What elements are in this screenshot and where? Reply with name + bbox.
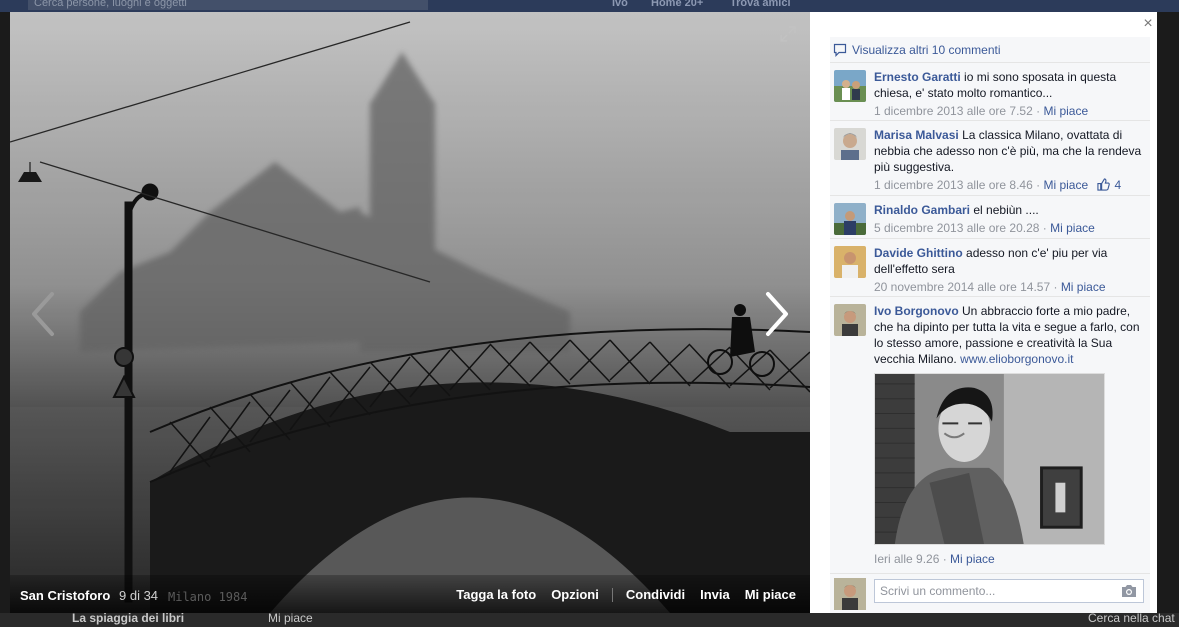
avatar[interactable]: [834, 578, 866, 610]
comment-body: Ernesto Garatti io mi sono sposata in qu…: [874, 69, 1144, 119]
comments-sidebar: × Visualizza altri 10 commenti Ernesto G…: [810, 12, 1157, 613]
comment-input[interactable]: [874, 579, 1144, 603]
background-nav-find-friends: Trova amici: [730, 0, 791, 9]
comment-meta: 5 dicembre 2013 alle ore 20.28 · Mi piac…: [874, 221, 1095, 235]
photo-watermark-text: Milano 1984: [168, 590, 248, 604]
avatar[interactable]: [834, 246, 866, 278]
comment-text: el nebiùn ....: [973, 203, 1039, 217]
album-title[interactable]: San Cristoforo: [20, 588, 110, 603]
avatar[interactable]: [834, 304, 866, 336]
comment-item: Ivo Borgonovo Un abbraccio forte a mio p…: [830, 296, 1150, 573]
close-icon[interactable]: ×: [1139, 15, 1157, 33]
speech-bubble-icon: [833, 43, 847, 57]
sidebar-scrollbar[interactable]: [1151, 37, 1157, 613]
comment-meta: 20 novembre 2014 alle ore 14.57 · Mi pia…: [874, 280, 1106, 294]
thumbs-up-icon[interactable]: [1097, 178, 1111, 191]
background-top-bar: Cerca persone, luoghi e oggetti Ivo Home…: [0, 0, 1179, 12]
like-button[interactable]: Mi piace: [745, 587, 796, 602]
view-more-comments-link[interactable]: Visualizza altri 10 commenti: [833, 41, 1001, 59]
comment-timestamp[interactable]: 1 dicembre 2013 alle ore 7.52: [874, 104, 1033, 118]
comment-timestamp[interactable]: 1 dicembre 2013 alle ore 8.46: [874, 178, 1033, 192]
comment-timestamp[interactable]: 5 dicembre 2013 alle ore 20.28: [874, 221, 1039, 235]
write-comment-area: [830, 573, 1150, 613]
comment-author[interactable]: Davide Ghittino: [874, 246, 963, 260]
comment-item: Davide Ghittino adesso non c'e' piu per …: [830, 238, 1150, 296]
comment-item: Rinaldo Gambari el nebiùn .... 5 dicembr…: [830, 195, 1150, 238]
background-nav-home: Home 20+: [651, 0, 704, 9]
comment-like-link[interactable]: Mi piace: [1061, 280, 1106, 294]
comment-like-link[interactable]: Mi piace: [1050, 221, 1095, 235]
comment-like-count[interactable]: 4: [1114, 178, 1121, 192]
tag-photo-button[interactable]: Tagga la foto: [456, 587, 536, 602]
background-bottom-like: Mi piace: [268, 611, 313, 625]
comment-attached-photo[interactable]: [874, 373, 1105, 545]
comment-body: Rinaldo Gambari el nebiùn .... 5 dicembr…: [874, 202, 1144, 236]
comments-panel: Visualizza altri 10 commenti Ernesto Gar…: [830, 37, 1150, 613]
comment-author[interactable]: Rinaldo Gambari: [874, 203, 970, 217]
background-chat-search: Cerca nella chat: [1088, 611, 1175, 625]
comment-body: Davide Ghittino adesso non c'e' piu per …: [874, 245, 1144, 295]
photo-actions: Tagga la foto Opzioni Condividi Invia Mi…: [441, 587, 796, 602]
options-button[interactable]: Opzioni: [551, 587, 599, 602]
photo-action-bar: Milano 1984 San Cristoforo 9 di 34 Tagga…: [10, 575, 810, 613]
view-more-label[interactable]: Visualizza altri 10 commenti: [852, 43, 1001, 57]
expand-icon[interactable]: [780, 26, 796, 42]
next-photo-arrow-icon[interactable]: [762, 290, 792, 338]
comment-timestamp[interactable]: Ieri alle 9.26: [874, 552, 939, 566]
comment-body: Ivo Borgonovo Un abbraccio forte a mio p…: [874, 303, 1144, 567]
comment-author[interactable]: Ernesto Garatti: [874, 70, 961, 84]
comment-timestamp[interactable]: 20 novembre 2014 alle ore 14.57: [874, 280, 1050, 294]
background-nav-profile: Ivo: [612, 0, 628, 9]
comment-item: Marisa Malvasi La classica Milano, ovatt…: [830, 120, 1150, 195]
comment-external-link[interactable]: www.elioborgonovo.it: [960, 352, 1073, 366]
comment-meta: 1 dicembre 2013 alle ore 7.52 · Mi piace: [874, 104, 1089, 118]
comment-author[interactable]: Ivo Borgonovo: [874, 304, 959, 318]
comment-body: Marisa Malvasi La classica Milano, ovatt…: [874, 127, 1144, 193]
comment-meta: 1 dicembre 2013 alle ore 8.46 · Mi piace…: [874, 178, 1122, 192]
photo-stage: Milano 1984 San Cristoforo 9 di 34 Tagga…: [10, 12, 810, 613]
previous-photo-arrow-icon[interactable]: [28, 290, 58, 338]
share-button[interactable]: Condividi: [626, 587, 685, 602]
comment-like-link[interactable]: Mi piace: [1043, 178, 1088, 192]
avatar[interactable]: [834, 70, 866, 102]
avatar[interactable]: [834, 128, 866, 160]
avatar[interactable]: [834, 203, 866, 235]
send-button[interactable]: Invia: [700, 587, 730, 602]
photo-counter: 9 di 34: [119, 588, 159, 603]
comment-like-link[interactable]: Mi piace: [950, 552, 995, 566]
comment-meta: Ieri alle 9.26 · Mi piace: [874, 552, 995, 566]
action-divider: [611, 587, 613, 602]
camera-icon[interactable]: [1121, 584, 1137, 598]
comment-item: Ernesto Garatti io mi sono sposata in qu…: [830, 62, 1150, 120]
comment-like-link[interactable]: Mi piace: [1043, 104, 1088, 118]
comment-author[interactable]: Marisa Malvasi: [874, 128, 959, 142]
photo-image: [10, 12, 810, 613]
background-search-input: Cerca persone, luoghi e oggetti: [28, 0, 428, 10]
background-bottom-title: La spiaggia dei libri: [72, 611, 185, 625]
